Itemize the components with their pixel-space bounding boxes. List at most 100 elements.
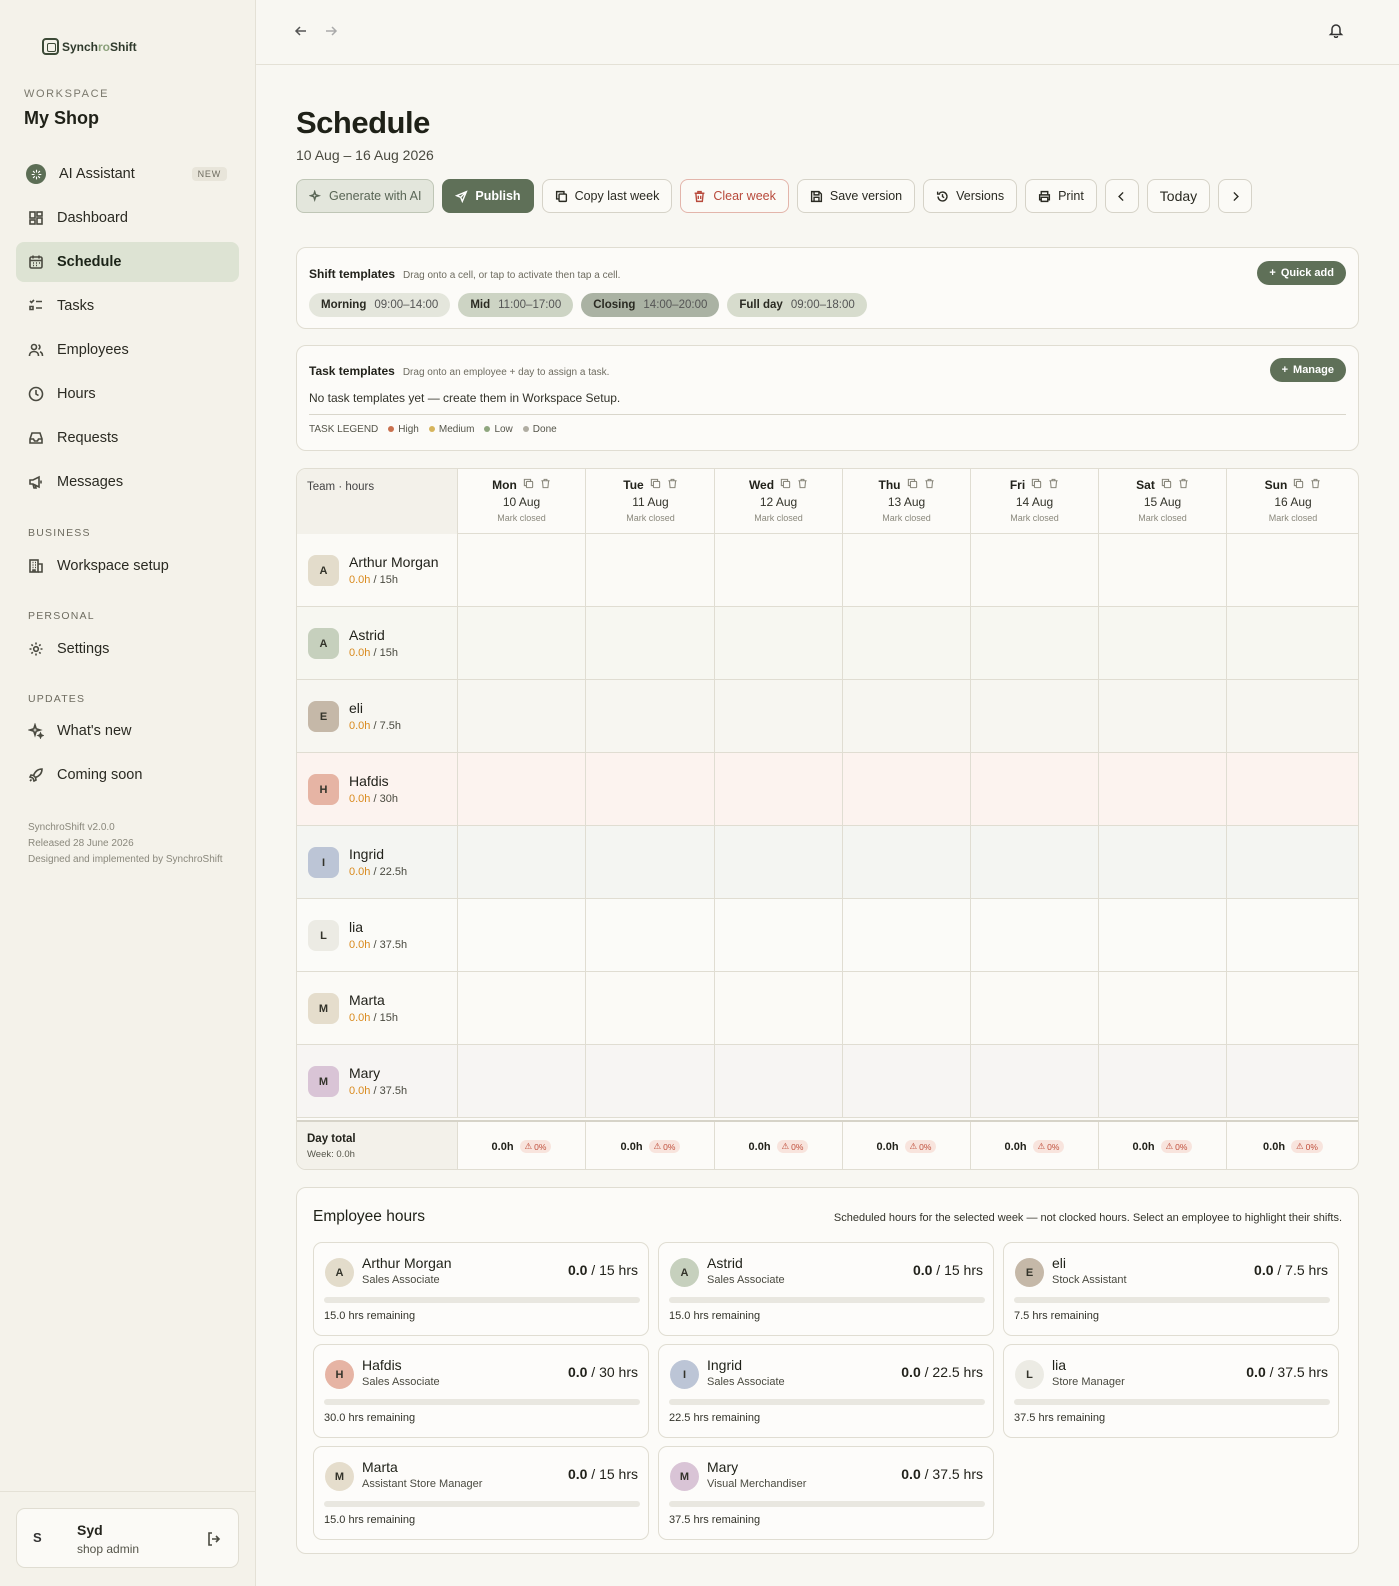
- employee-hours-card[interactable]: E eli Stock Assistant 0.0 / 7.5 hrs 7.5 …: [1003, 1242, 1339, 1336]
- logout-icon[interactable]: [206, 1531, 222, 1550]
- previous-week-button[interactable]: [1104, 179, 1139, 213]
- copy-day-icon[interactable]: [523, 478, 534, 492]
- back-arrow-icon[interactable]: [294, 22, 308, 43]
- mark-closed-link[interactable]: Mark closed: [458, 513, 585, 523]
- shift-cell[interactable]: [587, 534, 715, 607]
- nav-dashboard[interactable]: Dashboard: [16, 198, 239, 238]
- shift-cell[interactable]: [1227, 607, 1358, 680]
- save-version-button[interactable]: Save version: [796, 179, 916, 213]
- shift-cell[interactable]: [587, 607, 715, 680]
- nav-coming-soon[interactable]: Coming soon: [16, 755, 239, 795]
- shift-cell[interactable]: [1099, 899, 1227, 972]
- shift-cell[interactable]: [587, 753, 715, 826]
- copy-last-week-button[interactable]: Copy last week: [541, 179, 673, 213]
- shift-cell[interactable]: [971, 972, 1099, 1045]
- workspace-name[interactable]: My Shop: [24, 108, 99, 129]
- shift-cell[interactable]: [843, 534, 971, 607]
- shift-cell[interactable]: [843, 826, 971, 899]
- mark-closed-link[interactable]: Mark closed: [1227, 513, 1358, 523]
- nav-requests[interactable]: Requests: [16, 418, 239, 458]
- employee-hours-card[interactable]: M Marta Assistant Store Manager 0.0 / 15…: [313, 1446, 649, 1540]
- clear-day-icon[interactable]: [797, 478, 808, 492]
- nav-hours[interactable]: Hours: [16, 374, 239, 414]
- clear-day-icon[interactable]: [924, 478, 935, 492]
- generate-with-ai-button[interactable]: Generate with AI: [296, 179, 435, 213]
- employee-hours-card[interactable]: A Arthur Morgan Sales Associate 0.0 / 15…: [313, 1242, 649, 1336]
- shift-cell[interactable]: [1227, 753, 1358, 826]
- mark-closed-link[interactable]: Mark closed: [971, 513, 1098, 523]
- shift-cell[interactable]: [1227, 972, 1358, 1045]
- shift-cell[interactable]: [843, 753, 971, 826]
- employee-hours-card[interactable]: I Ingrid Sales Associate 0.0 / 22.5 hrs …: [658, 1344, 994, 1438]
- employee-hours-card[interactable]: L lia Store Manager 0.0 / 37.5 hrs 37.5 …: [1003, 1344, 1339, 1438]
- clear-week-button[interactable]: Clear week: [680, 179, 789, 213]
- mark-closed-link[interactable]: Mark closed: [587, 513, 714, 523]
- employee-hours-card[interactable]: A Astrid Sales Associate 0.0 / 15 hrs 15…: [658, 1242, 994, 1336]
- shift-cell[interactable]: [1227, 899, 1358, 972]
- clear-day-icon[interactable]: [1310, 478, 1321, 492]
- shift-cell[interactable]: [971, 534, 1099, 607]
- shift-cell[interactable]: [1227, 1045, 1358, 1118]
- employee-name-cell[interactable]: M Marta 0.0h / 15h: [297, 972, 458, 1045]
- nav-settings[interactable]: Settings: [16, 629, 239, 669]
- bell-icon[interactable]: [1328, 22, 1344, 43]
- shift-cell[interactable]: [587, 680, 715, 753]
- shift-cell[interactable]: [1099, 607, 1227, 680]
- employee-name-cell[interactable]: A Arthur Morgan 0.0h / 15h: [297, 534, 458, 607]
- shift-cell[interactable]: [1099, 534, 1227, 607]
- shift-cell[interactable]: [715, 826, 843, 899]
- print-button[interactable]: Print: [1025, 179, 1097, 213]
- copy-day-icon[interactable]: [780, 478, 791, 492]
- clear-day-icon[interactable]: [667, 478, 678, 492]
- shift-cell[interactable]: [587, 899, 715, 972]
- copy-day-icon[interactable]: [1031, 478, 1042, 492]
- shift-cell[interactable]: [587, 1045, 715, 1118]
- shift-cell[interactable]: [715, 534, 843, 607]
- shift-cell[interactable]: [458, 1045, 586, 1118]
- shift-cell[interactable]: [587, 826, 715, 899]
- employee-name-cell[interactable]: A Astrid 0.0h / 15h: [297, 607, 458, 680]
- manage-button[interactable]: + Manage: [1269, 358, 1346, 382]
- copy-day-icon[interactable]: [907, 478, 918, 492]
- forward-arrow-icon[interactable]: [324, 22, 338, 43]
- shift-cell[interactable]: [458, 753, 586, 826]
- employee-hours-card[interactable]: H Hafdis Sales Associate 0.0 / 30 hrs 30…: [313, 1344, 649, 1438]
- shift-cell[interactable]: [458, 534, 586, 607]
- shift-cell[interactable]: [1099, 1045, 1227, 1118]
- employee-hours-card[interactable]: M Mary Visual Merchandiser 0.0 / 37.5 hr…: [658, 1446, 994, 1540]
- shift-cell[interactable]: [458, 972, 586, 1045]
- clear-day-icon[interactable]: [540, 478, 551, 492]
- shift-cell[interactable]: [458, 607, 586, 680]
- employee-name-cell[interactable]: I Ingrid 0.0h / 22.5h: [297, 826, 458, 899]
- shift-cell[interactable]: [843, 680, 971, 753]
- employee-name-cell[interactable]: L lia 0.0h / 37.5h: [297, 899, 458, 972]
- shift-cell[interactable]: [971, 899, 1099, 972]
- shift-template-chip[interactable]: Morning 09:00–14:00: [309, 293, 451, 317]
- shift-cell[interactable]: [1099, 680, 1227, 753]
- shift-cell[interactable]: [1099, 753, 1227, 826]
- shift-template-chip[interactable]: Full day 09:00–18:00: [727, 293, 867, 317]
- publish-button[interactable]: Publish: [442, 179, 534, 213]
- mark-closed-link[interactable]: Mark closed: [843, 513, 970, 523]
- shift-cell[interactable]: [971, 607, 1099, 680]
- copy-day-icon[interactable]: [650, 478, 661, 492]
- employee-name-cell[interactable]: M Mary 0.0h / 37.5h: [297, 1045, 458, 1118]
- versions-button[interactable]: Versions: [923, 179, 1018, 213]
- shift-template-chip[interactable]: Mid 11:00–17:00: [458, 293, 574, 317]
- quick-add-button[interactable]: + Quick add: [1257, 261, 1346, 285]
- employee-name-cell[interactable]: E eli 0.0h / 7.5h: [297, 680, 458, 753]
- mark-closed-link[interactable]: Mark closed: [1099, 513, 1226, 523]
- shift-cell[interactable]: [971, 1045, 1099, 1118]
- mark-closed-link[interactable]: Mark closed: [715, 513, 842, 523]
- shift-cell[interactable]: [1227, 534, 1358, 607]
- shift-cell[interactable]: [1227, 826, 1358, 899]
- nav-schedule[interactable]: Schedule: [16, 242, 239, 282]
- shift-cell[interactable]: [1099, 972, 1227, 1045]
- nav-tasks[interactable]: Tasks: [16, 286, 239, 326]
- shift-cell[interactable]: [587, 972, 715, 1045]
- shift-cell[interactable]: [843, 899, 971, 972]
- shift-cell[interactable]: [1227, 680, 1358, 753]
- shift-cell[interactable]: [715, 1045, 843, 1118]
- clear-day-icon[interactable]: [1178, 478, 1189, 492]
- shift-cell[interactable]: [715, 899, 843, 972]
